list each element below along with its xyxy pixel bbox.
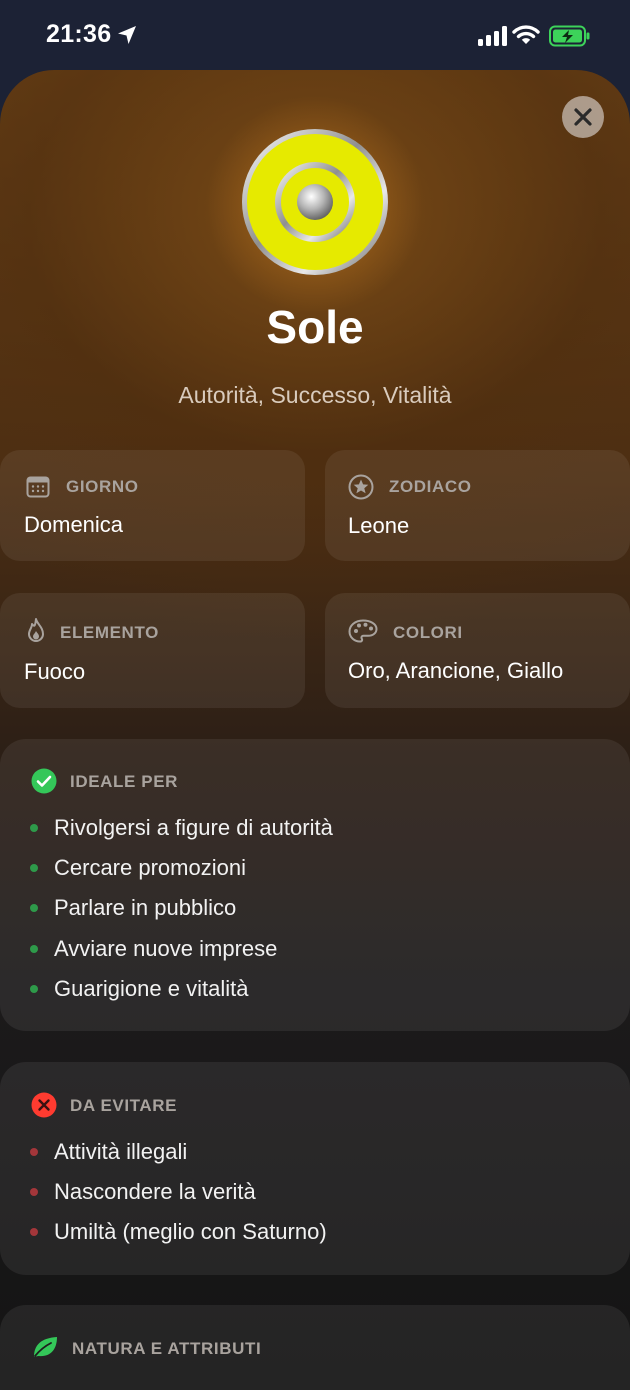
battery-charging-icon xyxy=(549,25,590,47)
card-zodiaco: ZODIACO Leone xyxy=(325,450,630,561)
card-elemento-value: Fuoco xyxy=(24,659,86,684)
card-giorno-value: Domenica xyxy=(24,512,124,537)
planet-subtitle: Autorità, Successo, Vitalità xyxy=(178,382,452,408)
list-item: Rivolgersi a figure di autorità xyxy=(54,815,333,840)
card-giorno: GIORNO Domenica xyxy=(0,450,305,561)
list-item: Guarigione e vitalità xyxy=(54,976,249,1001)
flame-icon xyxy=(28,618,44,642)
card-colori-value: Oro, Arancione, Giallo xyxy=(348,658,564,683)
signal-icon xyxy=(478,26,507,46)
card-giorno-label: GIORNO xyxy=(66,477,139,496)
card-colori: COLORI Oro, Arancione, Giallo xyxy=(325,593,630,708)
da-evitare-section: DA EVITARE Attività illegali Nascondere … xyxy=(0,1062,630,1275)
star-circle-icon xyxy=(348,474,374,500)
sun-planet-icon xyxy=(242,129,388,275)
planet-detail-sheet: Sole Autorità, Successo, Vitalità GIORNO… xyxy=(0,70,630,1390)
close-icon xyxy=(574,108,592,126)
checkmark-circle-icon xyxy=(31,768,57,794)
list-item: Nascondere la verità xyxy=(54,1179,256,1204)
card-colori-label: COLORI xyxy=(393,623,463,642)
bullet-dot xyxy=(30,824,38,832)
card-elemento-label: ELEMENTO xyxy=(60,623,159,642)
list-item: Umiltà (meglio con Saturno) xyxy=(54,1219,327,1244)
card-elemento: ELEMENTO Fuoco xyxy=(0,593,305,708)
planet-title: Sole xyxy=(266,301,364,353)
status-bar: 21:36 xyxy=(0,0,630,70)
card-zodiaco-label: ZODIACO xyxy=(389,477,472,496)
list-item: Attività illegali xyxy=(54,1139,188,1164)
bullet-dot xyxy=(30,904,38,912)
natura-attributi-section: NATURA E ATTRIBUTI xyxy=(0,1305,630,1390)
bullet-dot xyxy=(30,985,38,993)
x-circle-icon xyxy=(31,1092,57,1118)
bullet-dot xyxy=(30,1228,38,1236)
ideale-per-label: IDEALE PER xyxy=(70,772,179,791)
calendar-icon xyxy=(26,476,50,498)
list-item: Cercare promozioni xyxy=(54,855,246,880)
natura-attributi-label: NATURA E ATTRIBUTI xyxy=(72,1339,262,1358)
status-time: 21:36 xyxy=(46,20,112,48)
card-zodiaco-value: Leone xyxy=(348,513,410,538)
da-evitare-label: DA EVITARE xyxy=(70,1096,178,1115)
location-arrow-icon xyxy=(118,26,136,44)
wifi-icon xyxy=(512,25,540,44)
leaf-icon xyxy=(34,1337,57,1357)
bullet-dot xyxy=(30,945,38,953)
close-button[interactable] xyxy=(562,96,604,138)
bullet-dot xyxy=(30,1148,38,1156)
list-item: Parlare in pubblico xyxy=(54,895,237,920)
palette-icon xyxy=(348,619,378,643)
list-item: Avviare nuove imprese xyxy=(54,936,278,961)
bullet-dot xyxy=(30,1188,38,1196)
bullet-dot xyxy=(30,864,38,872)
ideale-per-section: IDEALE PER Rivolgersi a figure di autori… xyxy=(0,739,630,1031)
